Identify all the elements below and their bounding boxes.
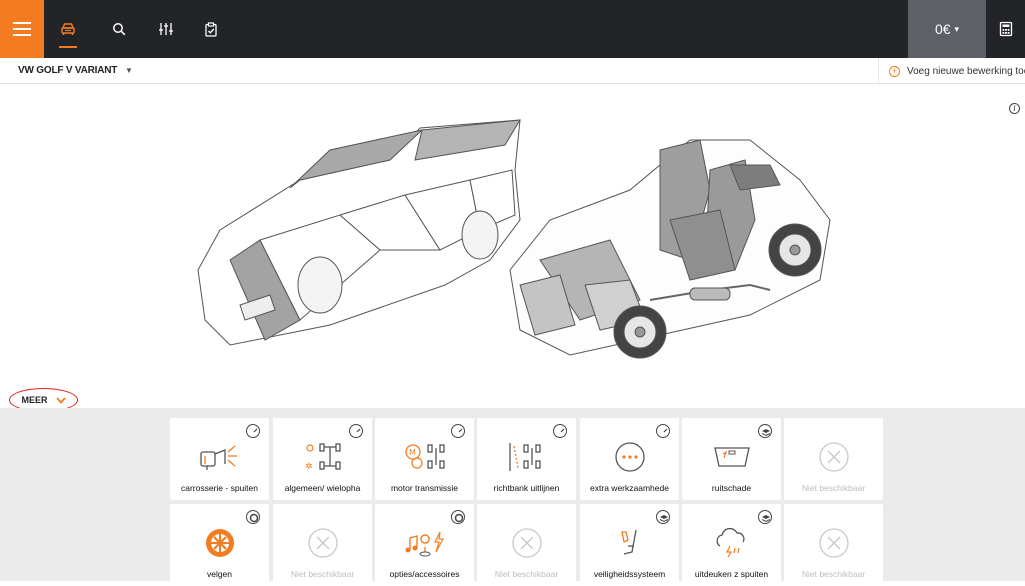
seat-icon <box>620 529 637 555</box>
unavailable-x-icon <box>818 528 849 558</box>
tile-label: Niet beschikbaar <box>801 569 866 579</box>
tile-label: velgen <box>206 569 233 579</box>
layers-icon <box>656 510 670 524</box>
tile-velgen[interactable]: velgen <box>170 504 269 586</box>
wheel-alignment-icon: ✲ <box>305 443 341 472</box>
tile-label: motor transmissie <box>390 483 459 493</box>
tile-label: carrosserie - spuiten <box>180 483 258 493</box>
tile-opties-accessoires[interactable]: opties/accessoires <box>375 504 474 586</box>
layers-icon <box>758 424 772 438</box>
unavailable-x-icon <box>818 442 849 472</box>
tab-vehicle[interactable] <box>50 0 86 58</box>
tile-veiligheidssysteem[interactable]: veiligheidssysteem <box>580 504 679 586</box>
calculator-icon <box>999 21 1012 37</box>
tile-carrosserie-spuiten[interactable]: carrosserie - spuiten <box>170 418 269 500</box>
tile-label: uitdeuken z spuiten <box>694 569 769 579</box>
tile-label: Niet beschikbaar <box>290 569 355 579</box>
car-cutaway-interior[interactable] <box>509 139 831 359</box>
add-operation-button[interactable]: + Voeg nieuwe bewerking toe <box>878 58 1025 84</box>
add-operation-label: Voeg nieuwe bewerking toe <box>907 65 1025 77</box>
clipboard-check-icon <box>205 21 217 37</box>
chassis-alignment-icon <box>508 443 541 471</box>
tile-motor-transmissie[interactable]: M motor transmissie <box>375 418 474 500</box>
svg-text:✲: ✲ <box>305 462 313 472</box>
tile-richtbank-uitlijnen[interactable]: richtbank uitlijnen <box>477 418 576 500</box>
tile-label: richtbank uitlijnen <box>493 483 560 493</box>
tile-label: veiligheidssysteem <box>593 569 666 579</box>
unavailable-x-icon <box>307 528 338 558</box>
pressure-gauge-icon <box>553 424 567 438</box>
plus-circle-icon: + <box>889 65 900 77</box>
search-icon <box>113 23 126 36</box>
more-dots-icon <box>614 442 645 472</box>
tab-filters[interactable] <box>148 0 184 58</box>
tile-ruitschade[interactable]: ruitschade <box>682 418 781 500</box>
price-total-dropdown[interactable]: 0€ ▾ <box>908 0 986 58</box>
car-icon <box>61 23 75 35</box>
hamburger-menu-icon <box>13 28 31 30</box>
engine-transmission-icon: M <box>404 444 445 469</box>
tile-unavailable: Niet beschikbaar <box>784 504 883 586</box>
tile-unavailable: Niet beschikbaar <box>477 504 576 586</box>
vehicle-bar: VW GOLF V VARIANT ▼ + Voeg nieuwe bewerk… <box>0 58 1025 84</box>
tab-checklist[interactable] <box>193 0 229 58</box>
windshield-icon <box>713 447 750 467</box>
calculator-button[interactable] <box>986 0 1025 58</box>
tile-label: Niet beschikbaar <box>801 483 866 493</box>
chevron-down-icon[interactable]: ▼ <box>125 66 133 75</box>
vehicle-illustration[interactable] <box>190 110 840 380</box>
price-value: 0€ <box>934 21 951 37</box>
wheel-badge-icon <box>451 510 465 524</box>
tab-search[interactable] <box>101 0 137 58</box>
top-navigation-bar: 0€ ▾ <box>0 0 1025 58</box>
tile-unavailable: Niet beschikbaar <box>784 418 883 500</box>
info-icon[interactable]: i <box>1009 103 1020 114</box>
tile-label: ruitschade <box>711 483 752 493</box>
unavailable-x-icon <box>511 528 542 558</box>
tile-unavailable: Niet beschikbaar <box>273 504 372 586</box>
menu-button[interactable] <box>0 0 44 58</box>
tile-label: opties/accessoires <box>389 569 460 579</box>
music-pin-bolt-icon <box>405 531 444 557</box>
tile-label: extra werkzaamhede <box>590 483 669 493</box>
operation-tiles-panel: carrosserie - spuiten ✲ algemeen/ wielop… <box>0 408 1025 586</box>
front-wheel[interactable] <box>613 305 667 359</box>
pressure-gauge-icon <box>451 424 465 438</box>
tile-label: Niet beschikbaar <box>494 569 559 579</box>
tile-uitdeuken-z-spuiten[interactable]: uitdeuken z spuiten <box>682 504 781 586</box>
rim-icon <box>205 529 234 557</box>
more-label: MEER <box>21 395 48 405</box>
chevron-down-icon <box>55 396 66 404</box>
tile-extra-werkzaamhede[interactable]: extra werkzaamhede <box>580 418 679 500</box>
tile-label: algemeen/ wielopha <box>284 483 361 493</box>
hail-cloud-icon <box>716 527 744 558</box>
svg-text:M: M <box>409 448 416 457</box>
vehicle-model-title[interactable]: VW GOLF V VARIANT <box>18 65 117 76</box>
spray-gun-icon <box>199 445 237 470</box>
chevron-down-icon: ▾ <box>954 23 960 34</box>
filter-sliders-icon <box>159 23 173 35</box>
car-body-shell[interactable] <box>197 119 521 346</box>
pressure-gauge-icon <box>349 424 363 438</box>
pressure-gauge-icon <box>656 424 670 438</box>
layers-icon <box>758 510 772 524</box>
pressure-gauge-icon <box>246 424 260 438</box>
rear-wheel[interactable] <box>768 223 822 277</box>
wheel-badge-icon <box>246 510 260 524</box>
tile-algemeen-wielopha[interactable]: ✲ algemeen/ wielopha <box>273 418 372 500</box>
